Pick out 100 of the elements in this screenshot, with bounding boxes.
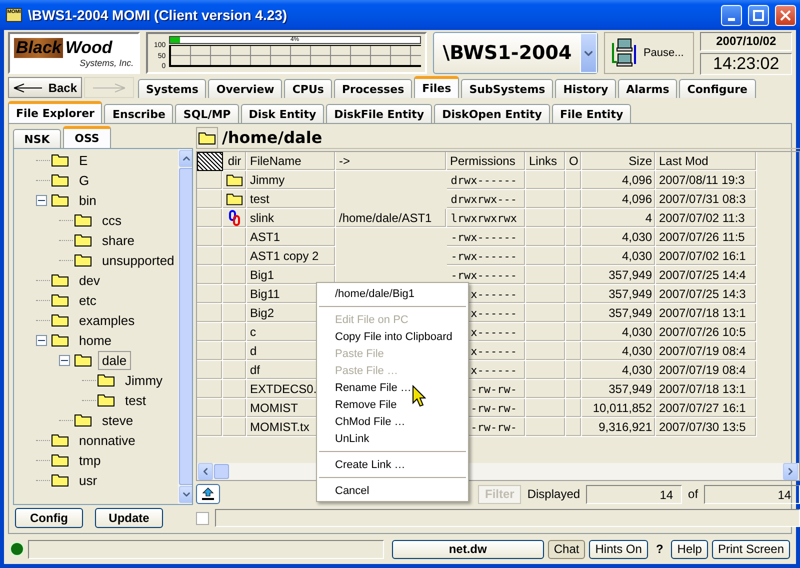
column-header[interactable]: dir <box>223 152 247 171</box>
maximize-button[interactable] <box>748 4 769 26</box>
action-button[interactable]: Config <box>15 508 83 528</box>
row-header[interactable] <box>197 342 223 361</box>
tab[interactable]: Files <box>414 76 460 98</box>
row-header[interactable] <box>197 247 223 266</box>
tree-item[interactable]: dale <box>98 350 131 370</box>
checkbox[interactable] <box>196 512 209 524</box>
row-header[interactable] <box>197 190 223 209</box>
row-header[interactable] <box>197 266 223 285</box>
tree-item[interactable]: share <box>98 230 139 250</box>
tree-item[interactable]: home <box>75 330 116 350</box>
folder-icon <box>74 413 92 427</box>
tree-item[interactable]: etc <box>75 290 100 310</box>
tab[interactable]: Disk Entity <box>240 104 324 123</box>
toggle-button[interactable]: Chat <box>548 540 586 558</box>
tab[interactable]: History <box>555 79 616 98</box>
tree-item[interactable]: bin <box>75 190 100 210</box>
tab[interactable]: Alarms <box>618 79 678 98</box>
tool-button[interactable] <box>196 484 220 504</box>
table-cell <box>566 418 582 437</box>
tree-item[interactable]: dev <box>75 270 104 290</box>
tree-item[interactable]: tmp <box>75 450 105 470</box>
table-cell <box>526 190 566 209</box>
column-header[interactable]: O <box>566 152 582 171</box>
table-cell: 2007/07/26 11:5 <box>656 228 757 247</box>
row-header[interactable] <box>197 399 223 418</box>
collapse-toggle[interactable] <box>36 334 47 346</box>
column-header[interactable]: Last Mod <box>656 152 757 171</box>
system-dropdown[interactable]: \BWS1-2004 <box>432 32 598 74</box>
tab[interactable]: NSK <box>13 129 61 148</box>
pause-button[interactable]: Pause... <box>604 32 694 74</box>
tree-item[interactable]: examples <box>75 310 139 330</box>
table-cell: 4,030 <box>582 342 656 361</box>
status-button[interactable]: Help <box>671 540 708 558</box>
tab[interactable]: File Explorer <box>8 101 102 123</box>
table-cell <box>566 209 582 228</box>
table-cell: 4,030 <box>582 228 656 247</box>
tab[interactable]: Overview <box>208 79 282 98</box>
tree-item[interactable]: unsupported <box>98 250 178 270</box>
scroll-left-button[interactable] <box>198 463 213 480</box>
tab[interactable]: DiskFile Entity <box>326 104 432 123</box>
scroll-thumb[interactable] <box>179 168 192 485</box>
minimize-button[interactable] <box>721 4 742 26</box>
collapse-toggle[interactable] <box>59 354 70 366</box>
column-header[interactable]: FileName <box>247 152 336 171</box>
tab[interactable]: OSS <box>63 126 111 148</box>
row-header[interactable] <box>197 323 223 342</box>
tab[interactable]: CPUs <box>284 79 332 98</box>
table-cell <box>223 361 247 380</box>
row-header[interactable] <box>197 304 223 323</box>
tab[interactable]: File Entity <box>552 104 632 123</box>
tab[interactable]: SQL/MP <box>175 104 239 123</box>
tree-item[interactable]: G <box>75 170 94 190</box>
scroll-right-button[interactable] <box>783 463 798 480</box>
action-button[interactable]: Update <box>95 508 163 528</box>
table-cell: 2007/08/11 19:3 <box>656 171 757 190</box>
column-header[interactable]: Links <box>526 152 566 171</box>
close-button[interactable] <box>775 4 796 26</box>
logo-word: Black <box>14 38 64 58</box>
tab[interactable]: DiskOpen Entity <box>434 104 550 123</box>
tab[interactable]: Configure <box>679 79 756 98</box>
select-all-corner[interactable] <box>197 152 223 171</box>
row-header[interactable] <box>197 361 223 380</box>
back-button[interactable]: Back <box>8 77 82 98</box>
tree-item[interactable]: ccs <box>98 210 126 230</box>
scroll-thumb[interactable] <box>214 464 229 479</box>
scroll-up-button[interactable] <box>179 150 192 167</box>
tree-item[interactable]: Jimmy <box>121 370 167 390</box>
tree-item[interactable]: nonnative <box>75 430 140 450</box>
time-display: 14:23:02 <box>700 53 792 75</box>
column-header[interactable]: Size <box>582 152 656 171</box>
row-header[interactable] <box>197 285 223 304</box>
scroll-down-button[interactable] <box>179 486 192 503</box>
column-header[interactable]: Permissions <box>447 152 526 171</box>
tree-item[interactable]: E <box>75 150 92 170</box>
table-cell: 2007/07/31 08:3 <box>656 190 757 209</box>
tab[interactable]: Enscribe <box>104 104 174 123</box>
row-header[interactable] <box>197 209 223 228</box>
column-header[interactable]: -> <box>336 152 447 171</box>
status-button[interactable]: Hints On <box>589 540 648 558</box>
tree-item[interactable]: test <box>121 390 150 410</box>
status-button[interactable]: Print Screen <box>712 540 790 558</box>
tab[interactable]: SubSystems <box>461 79 554 98</box>
menu-item[interactable]: Create Link … <box>317 456 468 473</box>
open-folder-button[interactable] <box>196 126 218 148</box>
server-button[interactable]: net.dw <box>392 540 544 558</box>
table-cell <box>526 361 566 380</box>
tree-item[interactable]: usr <box>75 470 102 490</box>
row-header[interactable] <box>197 380 223 399</box>
table-cell: 4,096 <box>582 190 656 209</box>
row-header[interactable] <box>197 228 223 247</box>
input-field[interactable] <box>215 509 800 527</box>
row-header[interactable] <box>197 418 223 437</box>
tab[interactable]: Processes <box>334 79 412 98</box>
tree-item[interactable]: steve <box>98 410 138 430</box>
collapse-toggle[interactable] <box>36 194 47 206</box>
table-cell <box>566 228 582 247</box>
tab[interactable]: Systems <box>138 79 206 98</box>
menu-item[interactable]: Cancel <box>317 482 468 499</box>
